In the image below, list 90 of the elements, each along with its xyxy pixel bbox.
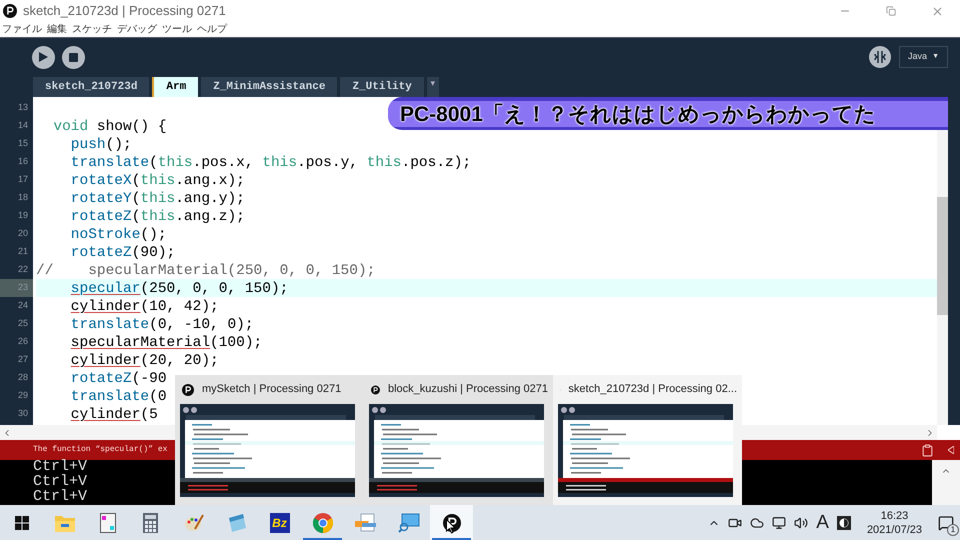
- notes-icon: [100, 512, 116, 532]
- line-number: 30: [16, 407, 29, 420]
- window-thumbnail[interactable]: sketch_210723d | Processing 02...: [553, 375, 742, 505]
- clock-date[interactable]: 2021/07/23: [866, 522, 922, 536]
- cursor-icon: [446, 519, 456, 534]
- line-number: 15: [16, 137, 29, 150]
- notepad-icon: [226, 514, 246, 532]
- line-number: 25: [16, 317, 29, 330]
- run-button[interactable]: [32, 46, 55, 68]
- error-message: The function “specular()” ex: [33, 444, 168, 456]
- code-line: rotateZ(this.ang.z);: [70, 209, 245, 225]
- window-title: sketch_210723d | Processing 0271: [23, 2, 226, 20]
- line-number: 23: [0, 279, 33, 297]
- taskbar-button[interactable]: [430, 505, 473, 540]
- line-number: 21: [16, 245, 29, 258]
- stop-icon: [69, 52, 78, 62]
- line-number: 22: [16, 263, 29, 276]
- restore-icon: [886, 6, 896, 16]
- menu-item[interactable]: デバッグ: [117, 24, 157, 34]
- menu-item[interactable]: ヘルプ: [197, 24, 227, 34]
- line-number: 29: [16, 389, 29, 402]
- debugger-icon: [873, 50, 888, 64]
- menu-item[interactable]: スケッチ: [72, 24, 112, 34]
- palette-icon: [184, 512, 204, 532]
- line-number: 13: [16, 101, 29, 114]
- code-line: cylinder(20, 20);: [70, 353, 219, 369]
- collapse-icon[interactable]: [948, 446, 954, 454]
- file-tab[interactable]: sketch_210723d: [33, 77, 150, 97]
- console-line: Ctrl+V: [33, 474, 88, 489]
- code-line: specular(250, 0, 0, 150);: [70, 281, 288, 297]
- thumbnail-title: sketch_210723d | Processing 02...: [568, 382, 737, 398]
- window-thumbnail[interactable]: block_kuzushi | Processing 0271: [364, 375, 553, 505]
- line-number: 18: [16, 191, 29, 204]
- menu-item[interactable]: 編集: [47, 24, 67, 34]
- file-tab[interactable]: Arm: [152, 77, 198, 97]
- file-tab[interactable]: Z_Utility: [340, 77, 424, 97]
- code-line: translate(this.pos.x, this.pos.y, this.pos.z);: [70, 155, 472, 171]
- volume-icon[interactable]: [794, 516, 808, 530]
- stop-button[interactable]: [62, 46, 85, 68]
- input-mode[interactable]: A: [816, 513, 829, 532]
- tabs-menu-button[interactable]: ▾: [426, 77, 439, 97]
- debug-mode-button[interactable]: [869, 46, 892, 68]
- menu-item[interactable]: ツール: [162, 24, 192, 34]
- line-number: 24: [16, 299, 29, 312]
- network-icon[interactable]: [772, 516, 786, 530]
- code-line: specularMaterial(100);: [70, 335, 262, 351]
- code-line: push();: [70, 137, 132, 153]
- code-line: noStroke();: [70, 227, 167, 243]
- thumbnail-title: mySketch | Processing 0271: [202, 382, 342, 398]
- notification-count: 1: [947, 524, 959, 536]
- folder-icon: [54, 514, 74, 532]
- subtitle-text: PC-8001「え！？それははじめっからわかってた: [400, 104, 876, 124]
- cloud-icon[interactable]: [750, 516, 764, 530]
- documents-icon: [354, 512, 376, 532]
- code-line: cylinder(10, 42);: [70, 299, 219, 315]
- close-icon: [930, 4, 944, 18]
- windows-icon: [14, 516, 28, 530]
- code-line: rotateX(this.ang.x);: [70, 173, 245, 189]
- taskbar-button[interactable]: Bz: [258, 505, 301, 540]
- code-line: void show() {: [53, 119, 167, 135]
- line-number: 20: [16, 227, 29, 240]
- notification-icon[interactable]: [938, 514, 954, 530]
- line-number: 26: [16, 335, 29, 348]
- line-number: 14: [16, 119, 29, 132]
- code-line: translate(0, -10, 0);: [70, 317, 254, 333]
- line-number: 19: [16, 209, 29, 222]
- window-thumbnail[interactable]: mySketch | Processing 0271: [175, 375, 364, 505]
- clipboard-icon[interactable]: [921, 444, 934, 456]
- monitor-search-icon: [398, 512, 420, 532]
- calculator-icon: [143, 512, 158, 532]
- code-line: // specularMaterial(250, 0, 0, 150);: [36, 263, 376, 279]
- clock-time[interactable]: 16:23: [880, 508, 908, 522]
- play-icon: [39, 52, 48, 62]
- code-line: cylinder(5: [70, 407, 158, 423]
- console-line: Ctrl+V: [33, 459, 88, 474]
- line-number: 16: [16, 155, 29, 168]
- line-number: 28: [16, 371, 29, 384]
- code-line: rotateZ(-90: [70, 371, 167, 387]
- menu-item[interactable]: ファイル: [2, 24, 42, 34]
- file-tab[interactable]: Z_MinimAssistance: [201, 77, 338, 97]
- chrome-icon: [312, 512, 332, 532]
- app-tray-icon[interactable]: [836, 516, 851, 530]
- line-number: 17: [16, 173, 29, 186]
- bz-icon: Bz: [270, 512, 290, 532]
- code-line: rotateZ(90);: [70, 245, 176, 261]
- code-line: translate(0: [70, 389, 167, 405]
- thumbnail-title: block_kuzushi | Processing 0271: [388, 382, 548, 398]
- line-number: 27: [16, 353, 29, 366]
- code-line: rotateY(this.ang.y);: [70, 191, 245, 207]
- console-line: Ctrl+V: [33, 489, 88, 504]
